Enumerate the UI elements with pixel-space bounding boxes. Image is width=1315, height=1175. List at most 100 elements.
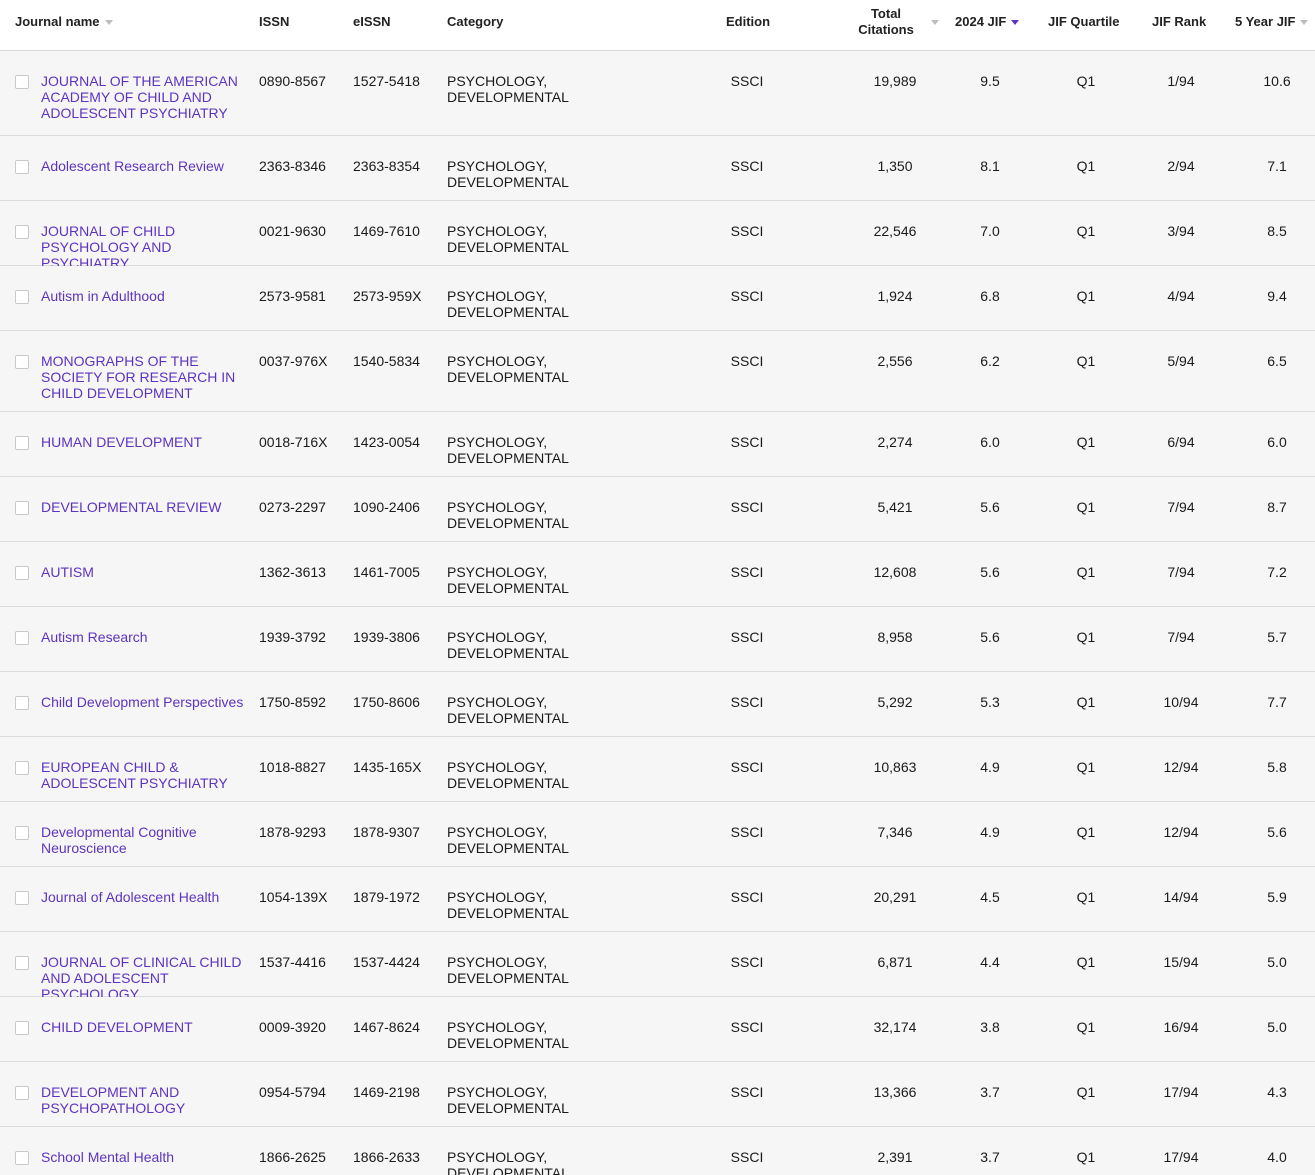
table-row: JOURNAL OF THE AMERICAN ACADEMY OF CHILD…	[0, 51, 1315, 136]
five-year-jif-value: 7.1	[1267, 158, 1287, 174]
table-row: MONOGRAPHS OF THE SOCIETY FOR RESEARCH I…	[0, 331, 1315, 412]
eissn-value: 1469-2198	[353, 1084, 420, 1100]
row-checkbox[interactable]	[15, 761, 29, 775]
eissn-value: 1750-8606	[353, 694, 420, 710]
eissn-value: 1461-7005	[353, 564, 420, 580]
jif-2024-value: 4.4	[980, 954, 1000, 970]
row-checkbox[interactable]	[15, 501, 29, 515]
table-header: Journal name ISSN eISSN Category Edition…	[0, 0, 1315, 51]
column-header-eissn[interactable]: eISSN	[353, 14, 391, 30]
jif-rank-value: 17/94	[1163, 1084, 1199, 1100]
column-header-journal-name[interactable]: Journal name	[15, 14, 113, 30]
eissn-value: 1423-0054	[353, 434, 420, 450]
row-checkbox[interactable]	[15, 160, 29, 174]
row-checkbox[interactable]	[15, 826, 29, 840]
table-row: Journal of Adolescent Health 1054-139X 187…	[0, 867, 1315, 932]
row-checkbox[interactable]	[15, 566, 29, 580]
column-header-5-year-jif[interactable]: 5 Year JIF	[1235, 14, 1309, 30]
five-year-jif-value: 10.6	[1263, 73, 1291, 89]
journal-name-link[interactable]: School Mental Health	[41, 1149, 259, 1165]
category-value: PSYCHOLOGY, DEVELOPMENTAL	[447, 629, 569, 661]
issn-value: 0009-3920	[259, 1019, 326, 1035]
jif-quartile-value: Q1	[1076, 889, 1096, 905]
jif-quartile-value: Q1	[1076, 353, 1096, 369]
total-citations-value: 32,174	[873, 1019, 917, 1035]
jif-quartile-value: Q1	[1076, 629, 1096, 645]
category-value: PSYCHOLOGY, DEVELOPMENTAL	[447, 223, 569, 255]
journal-name-link[interactable]: EUROPEAN CHILD & ADOLESCENT PSYCHIATRY	[41, 759, 259, 791]
row-checkbox[interactable]	[15, 1021, 29, 1035]
row-checkbox[interactable]	[15, 355, 29, 369]
sort-caret-icon[interactable]	[1300, 20, 1309, 26]
row-checkbox[interactable]	[15, 290, 29, 304]
column-header-jif-rank[interactable]: JIF Rank	[1152, 14, 1206, 30]
table-row: DEVELOPMENT AND PSYCHOPATHOLOGY 0954-5794…	[0, 1062, 1315, 1127]
eissn-value: 1469-7610	[353, 223, 420, 239]
row-checkbox[interactable]	[15, 696, 29, 710]
column-header-category[interactable]: Category	[447, 14, 503, 30]
jif-rank-value: 15/94	[1163, 954, 1199, 970]
eissn-value: 2363-8354	[353, 158, 420, 174]
jif-2024-value: 4.9	[980, 824, 1000, 840]
journal-name-link[interactable]: DEVELOPMENTAL REVIEW	[41, 499, 259, 515]
journal-name-link[interactable]: Child Development Perspectives	[41, 694, 259, 710]
jif-quartile-value: Q1	[1076, 499, 1096, 515]
eissn-value: 1878-9307	[353, 824, 420, 840]
row-checkbox[interactable]	[15, 956, 29, 970]
journal-name-link[interactable]: AUTISM	[41, 564, 259, 580]
eissn-value: 1879-1972	[353, 889, 420, 905]
journal-name-link[interactable]: JOURNAL OF CHILD PSYCHOLOGY AND PSYCHIAT…	[41, 223, 259, 271]
column-header-issn[interactable]: ISSN	[259, 14, 289, 30]
issn-value: 1362-3613	[259, 564, 326, 580]
total-citations-value: 7,346	[877, 824, 913, 840]
eissn-value: 1939-3806	[353, 629, 420, 645]
journal-name-link[interactable]: Journal of Adolescent Health	[41, 889, 259, 905]
five-year-jif-value: 5.6	[1267, 824, 1287, 840]
jif-quartile-value: Q1	[1076, 1019, 1096, 1035]
total-citations-value: 2,274	[877, 434, 913, 450]
journal-name-link[interactable]: Adolescent Research Review	[41, 158, 259, 174]
table-row: Child Development Perspectives 1750-8592 1…	[0, 672, 1315, 737]
edition-value: SSCI	[730, 353, 764, 369]
row-checkbox[interactable]	[15, 631, 29, 645]
table-row: School Mental Health 1866-2625 1866-2633 PS…	[0, 1127, 1315, 1175]
column-header-edition[interactable]: Edition	[726, 14, 770, 30]
row-checkbox[interactable]	[15, 891, 29, 905]
five-year-jif-value: 6.0	[1267, 434, 1287, 450]
edition-value: SSCI	[730, 564, 764, 580]
jif-2024-value: 5.3	[980, 694, 1000, 710]
row-checkbox[interactable]	[15, 1086, 29, 1100]
journal-name-link[interactable]: DEVELOPMENT AND PSYCHOPATHOLOGY	[41, 1084, 259, 1116]
journal-name-link[interactable]: HUMAN DEVELOPMENT	[41, 434, 259, 450]
column-header-2024-jif[interactable]: 2024 JIF	[955, 14, 1020, 30]
category-value: PSYCHOLOGY, DEVELOPMENTAL	[447, 1084, 569, 1116]
journal-name-link[interactable]: MONOGRAPHS OF THE SOCIETY FOR RESEARCH I…	[41, 353, 259, 401]
eissn-value: 1540-5834	[353, 353, 420, 369]
five-year-jif-value: 9.4	[1267, 288, 1287, 304]
total-citations-value: 5,421	[877, 499, 913, 515]
journal-name-link[interactable]: JOURNAL OF CLINICAL CHILD AND ADOLESCENT…	[41, 954, 259, 1002]
jif-rank-value: 5/94	[1167, 353, 1195, 369]
row-checkbox[interactable]	[15, 225, 29, 239]
column-header-jif-quartile[interactable]: JIF Quartile	[1048, 14, 1120, 30]
row-checkbox[interactable]	[15, 436, 29, 450]
column-header-label-line1: Total	[870, 6, 902, 21]
category-value: PSYCHOLOGY, DEVELOPMENTAL	[447, 499, 569, 531]
jif-2024-value: 6.0	[980, 434, 1000, 450]
journal-name-link[interactable]: Autism Research	[41, 629, 259, 645]
jif-quartile-value: Q1	[1076, 1149, 1096, 1165]
journal-name-link[interactable]: Developmental Cognitive Neuroscience	[41, 824, 259, 856]
journal-name-link[interactable]: Autism in Adulthood	[41, 288, 259, 304]
sort-caret-icon[interactable]	[931, 20, 939, 25]
jif-2024-value: 3.7	[980, 1084, 1000, 1100]
row-checkbox[interactable]	[15, 75, 29, 89]
jif-quartile-value: Q1	[1076, 434, 1096, 450]
sort-caret-active-icon[interactable]	[1011, 20, 1020, 26]
issn-value: 2363-8346	[259, 158, 326, 174]
journal-name-link[interactable]: CHILD DEVELOPMENT	[41, 1019, 259, 1035]
sort-caret-icon[interactable]	[104, 20, 113, 26]
row-checkbox[interactable]	[15, 1151, 29, 1165]
journal-name-link[interactable]: JOURNAL OF THE AMERICAN ACADEMY OF CHILD…	[41, 73, 259, 121]
issn-value: 0890-8567	[259, 73, 326, 89]
column-header-total-citations[interactable]: Total Citations	[850, 6, 922, 38]
